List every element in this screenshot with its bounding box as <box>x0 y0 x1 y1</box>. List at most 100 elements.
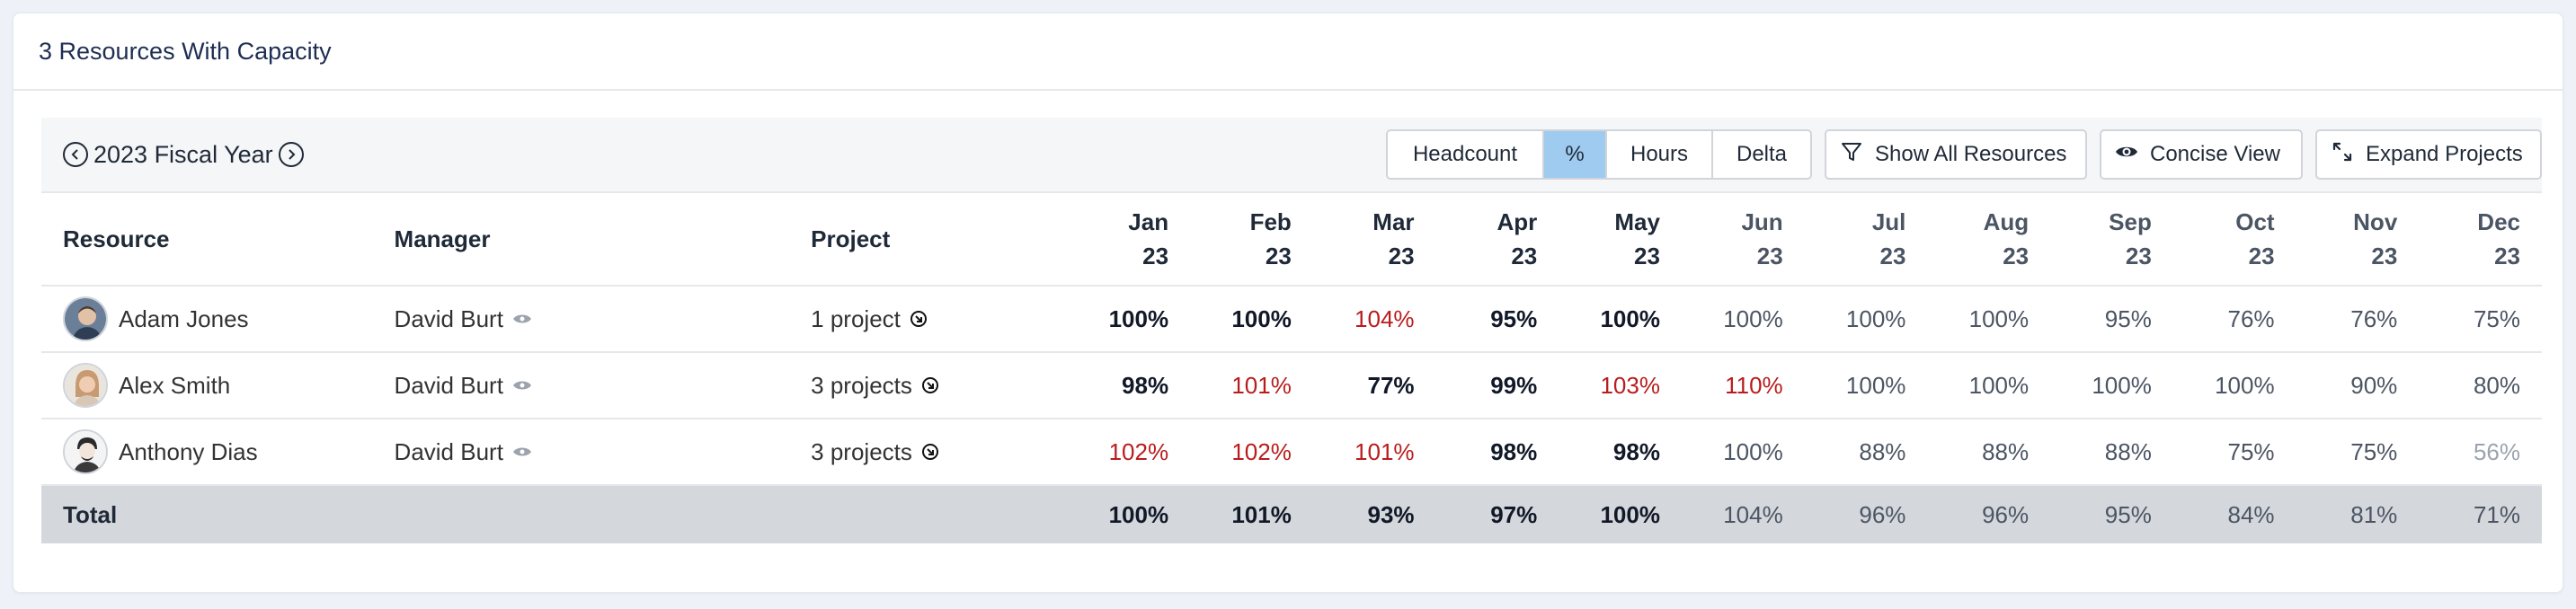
capacity-cell: 76% <box>2350 304 2398 332</box>
capacity-cell: 75% <box>2227 437 2275 465</box>
resource-name[interactable]: Adam Jones <box>119 305 249 333</box>
capacity-cell: 100% <box>1845 304 1906 332</box>
toolbar-actions: Headcount % Hours Delta Show All Resourc… <box>1386 129 2542 180</box>
capacity-table: Resource Manager Project Jan 23 Feb 23 Mar… <box>41 193 2542 543</box>
capacity-cell: 103% <box>1600 371 1660 399</box>
header-month: Dec 23 <box>2477 208 2520 269</box>
show-all-resources-label: Show All Resources <box>1875 142 2067 166</box>
total-cell: 96% <box>1859 500 1906 528</box>
capacity-cell: 99% <box>1490 371 1538 399</box>
eye-icon <box>2114 139 2139 171</box>
total-cell: 100% <box>1600 500 1660 528</box>
capacity-cell: 56% <box>2473 437 2520 465</box>
expand-icon <box>2330 139 2355 171</box>
capacity-cell: 100% <box>1968 371 2030 399</box>
table-row: Adam Jones David Burt 1 project 100% 100… <box>41 287 2542 353</box>
capacity-cell: 98% <box>1122 371 1169 399</box>
capacity-cell: 100% <box>2215 371 2275 399</box>
fiscal-year-nav: 2023 Fiscal Year <box>63 141 304 169</box>
header-month: Feb 23 <box>1249 208 1292 269</box>
capacity-cell: 88% <box>1859 437 1906 465</box>
capacity-cell: 75% <box>2473 304 2520 332</box>
capacity-cell: 100% <box>1231 304 1292 332</box>
resource-name[interactable]: Alex Smith <box>119 372 230 400</box>
concise-view-label: Concise View <box>2150 142 2280 166</box>
capacity-card: 3 Resources With Capacity 2023 Fiscal Ye… <box>13 13 2563 593</box>
capacity-cell: 98% <box>1612 437 1660 465</box>
resource-name[interactable]: Anthony Dias <box>119 438 258 466</box>
total-cell: 101% <box>1231 500 1292 528</box>
mode-headcount-button[interactable]: Headcount <box>1388 131 1544 178</box>
expand-projects-label: Expand Projects <box>2366 142 2523 166</box>
header-month: Aug 23 <box>1983 208 2030 269</box>
capacity-cell: 100% <box>2092 371 2152 399</box>
expand-projects-button[interactable]: Expand Projects <box>2315 129 2542 180</box>
avatar <box>63 296 108 341</box>
concise-view-button[interactable]: Concise View <box>2100 129 2303 180</box>
header-month: Nov 23 <box>2353 208 2398 269</box>
card-header: 3 Resources With Capacity <box>13 13 2563 91</box>
capacity-cell: 75% <box>2350 437 2398 465</box>
capacity-cell: 101% <box>1355 437 1415 465</box>
total-cell: 93% <box>1367 500 1415 528</box>
manager-name: David Burt <box>394 371 503 399</box>
go-to-projects-icon[interactable] <box>921 443 939 461</box>
capacity-cell: 76% <box>2227 304 2275 332</box>
capacity-cell: 100% <box>1108 304 1169 332</box>
next-year-icon[interactable] <box>278 142 304 167</box>
toolbar: 2023 Fiscal Year Headcount % Hours Delta… <box>41 118 2542 193</box>
total-cell: 97% <box>1490 500 1538 528</box>
prev-year-icon[interactable] <box>63 142 88 167</box>
capacity-cell: 104% <box>1355 304 1415 332</box>
header-manager[interactable]: Manager <box>395 225 812 253</box>
project-count[interactable]: 1 project <box>811 305 901 333</box>
mode-hours-button[interactable]: Hours <box>1607 131 1713 178</box>
total-cell: 84% <box>2227 500 2275 528</box>
avatar <box>63 363 108 408</box>
capacity-cell: 100% <box>1723 437 1783 465</box>
eye-icon[interactable] <box>512 313 532 325</box>
header-month: Sep 23 <box>2109 208 2152 269</box>
capacity-cell: 102% <box>1108 437 1169 465</box>
capacity-cell: 80% <box>2473 371 2520 399</box>
capacity-cell: 100% <box>1600 304 1660 332</box>
capacity-cell: 90% <box>2350 371 2398 399</box>
total-row: Total 100% 101% 93% 97% 100% 104% 96% 96… <box>41 486 2542 543</box>
total-cell: 96% <box>1982 500 2030 528</box>
total-cell: 81% <box>2350 500 2398 528</box>
capacity-cell: 77% <box>1367 371 1415 399</box>
header-month: Jun 23 <box>1741 208 1783 269</box>
table-row: Anthony Dias David Burt 3 projects 102% … <box>41 419 2542 486</box>
capacity-cell: 88% <box>2104 437 2152 465</box>
manager-name: David Burt <box>394 304 503 332</box>
total-cell: 104% <box>1723 500 1783 528</box>
go-to-projects-icon[interactable] <box>921 376 939 394</box>
eye-icon[interactable] <box>512 446 532 458</box>
project-count[interactable]: 3 projects <box>811 438 912 466</box>
mode-percent-button[interactable]: % <box>1544 131 1607 178</box>
header-month: Jan 23 <box>1128 208 1169 269</box>
capacity-cell: 110% <box>1725 371 1783 399</box>
capacity-cell: 102% <box>1231 437 1292 465</box>
table-header-row: Resource Manager Project Jan 23 Feb 23 Mar… <box>41 193 2542 287</box>
capacity-panel: 2023 Fiscal Year Headcount % Hours Delta… <box>41 118 2542 558</box>
capacity-cell: 95% <box>2104 304 2152 332</box>
capacity-cell: 101% <box>1231 371 1292 399</box>
header-project[interactable]: Project <box>811 225 1057 253</box>
header-resource[interactable]: Resource <box>41 225 395 253</box>
avatar <box>63 429 108 474</box>
capacity-cell: 95% <box>1490 304 1538 332</box>
card-title: 3 Resources With Capacity <box>39 37 332 65</box>
show-all-resources-button[interactable]: Show All Resources <box>1825 129 2087 180</box>
total-cell: 71% <box>2473 500 2520 528</box>
header-month: Mar 23 <box>1372 208 1415 269</box>
eye-icon[interactable] <box>512 379 532 392</box>
mode-delta-button[interactable]: Delta <box>1713 131 1810 178</box>
total-cell: 100% <box>1108 500 1169 528</box>
go-to-projects-icon[interactable] <box>910 310 928 328</box>
view-mode-toggle: Headcount % Hours Delta <box>1386 129 1812 180</box>
header-month: Jul 23 <box>1871 208 1906 269</box>
project-count[interactable]: 3 projects <box>811 372 912 400</box>
header-month: May 23 <box>1614 208 1660 269</box>
capacity-cell: 100% <box>1968 304 2030 332</box>
